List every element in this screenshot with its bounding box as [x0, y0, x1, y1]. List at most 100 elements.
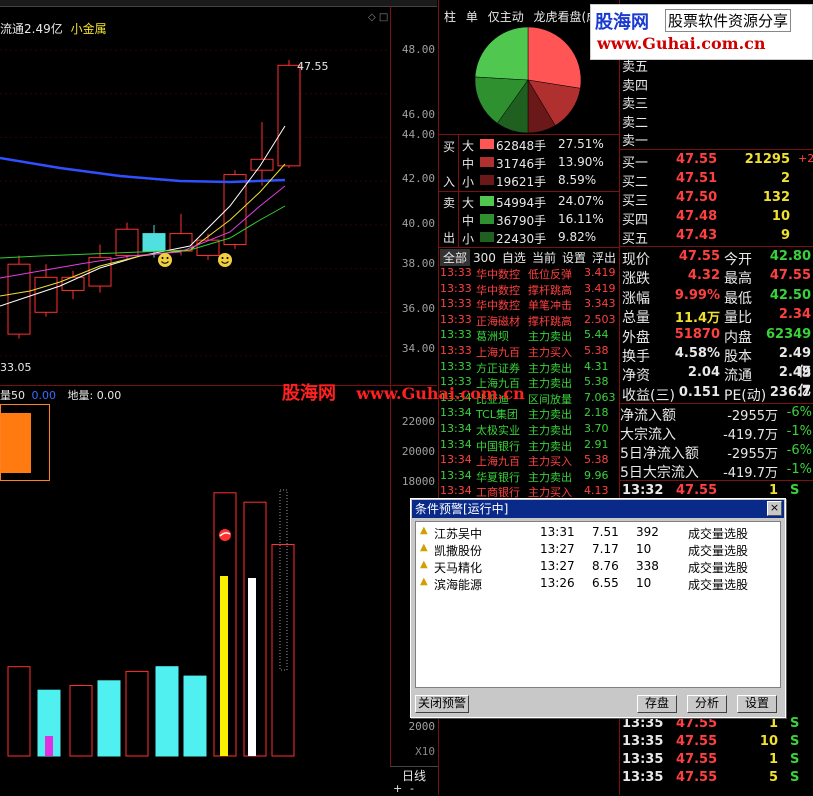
close-alert-button[interactable]: 关闭预警: [415, 695, 469, 713]
analyze-button[interactable]: 分析: [687, 695, 727, 713]
condition-alert-dialog[interactable]: 条件预警[运行中] × ▲ 江苏吴中 13:31 7.51 392 成交量选股 ▲ 凯撒股份 1…: [410, 498, 786, 718]
quote-row: 涨幅 9.99% 最低 42.50: [620, 288, 813, 309]
net-flow-row: 净流入额 -2955万 -6%: [620, 405, 813, 424]
candle-body: [34, 276, 58, 313]
quote-label: 量比: [724, 310, 752, 327]
quote-label: 换手: [622, 349, 650, 365]
volume-tick: 2000: [408, 720, 436, 733]
watermark-overlay-url: www.Guhai.com.cn: [356, 384, 525, 403]
period-label[interactable]: 日线: [402, 767, 426, 784]
zoom-in-button[interactable]: +: [393, 782, 402, 795]
bottom-controls: 日线 + -: [390, 766, 438, 796]
flow-size-label: 大: [462, 196, 475, 210]
ask-row: 卖二: [620, 112, 813, 131]
quote-label: 涨跌: [622, 271, 650, 288]
tab-active-only[interactable]: 仅主动: [485, 8, 527, 25]
feed-tab-current[interactable]: 当前: [529, 249, 559, 266]
ask-row: 卖一: [620, 130, 813, 149]
tab-bar[interactable]: 柱: [441, 8, 459, 25]
price-tick: 46.00: [401, 108, 435, 121]
high-price-label: 47.55: [297, 60, 329, 73]
zoom-out-button[interactable]: -: [410, 782, 414, 795]
feed-tab-all[interactable]: 全部: [440, 249, 471, 266]
alert-price: 8.76: [592, 559, 619, 573]
save-button[interactable]: 存盘: [637, 695, 677, 713]
watermark-url: www.Guhai.com.cn: [597, 34, 766, 53]
tick-time: 13:35: [622, 770, 664, 785]
signal-feed-tabs: 全部300自选当前设置浮出折: [440, 249, 620, 266]
flow-size-label: 大: [462, 139, 475, 153]
bid-label: 买五: [622, 232, 649, 247]
flow-volume: 22430手: [496, 232, 547, 246]
tick-volume: 5: [768, 770, 778, 785]
alert-list[interactable]: ▲ 江苏吴中 13:31 7.51 392 成交量选股 ▲ 凯撒股份 13:27 7.17 10 成交…: [415, 521, 781, 688]
feed-tab-float[interactable]: 浮出: [589, 249, 619, 266]
chart-toggle-icon[interactable]: ◇ □: [368, 12, 388, 23]
net-flow-value: -2955万: [727, 409, 778, 424]
price-tick: 44.00: [401, 128, 435, 141]
bid-price: 47.51: [676, 171, 718, 186]
ask-row: 卖三: [620, 93, 813, 112]
sell-side-label: 卖: [443, 196, 456, 210]
quote-value: 236.7: [769, 384, 811, 400]
net-flow-percent: -1%: [786, 424, 812, 439]
tick-price: 47.55: [676, 770, 718, 785]
price-tick: 48.00: [401, 43, 435, 56]
alert-row[interactable]: ▲ 天马精化 13:27 8.76 338 成交量选股: [416, 558, 778, 575]
quote-value: 9.99%: [674, 287, 720, 303]
alert-row[interactable]: ▲ 滨海能源 13:26 6.55 10 成交量选股: [416, 575, 778, 592]
quote-label: 收益(三): [622, 387, 675, 404]
price-tick: 36.00: [401, 302, 435, 315]
tick-side: S: [790, 716, 800, 731]
net-flow-row: 5日净流入额 -2955万 -6%: [620, 443, 813, 462]
feed-tab-300[interactable]: 300: [470, 251, 499, 265]
ask-label: 卖三: [622, 97, 649, 112]
flow-color-swatch: [480, 214, 494, 224]
alert-condition: 成交量选股: [688, 561, 749, 575]
net-flow-row: 大宗流入 -419.7万 -1%: [620, 424, 813, 443]
flow-tabs: 柱 单 仅主动 龙虎看盘(成交: [441, 8, 613, 25]
alert-row[interactable]: ▲ 凯撒股份 13:27 7.17 10 成交量选股: [416, 541, 778, 558]
alert-condition: 成交量选股: [688, 578, 749, 592]
volume-bar: [271, 544, 295, 757]
bid-row: 买四 47.48 10: [620, 209, 813, 228]
price-chart[interactable]: 流通2.49亿 小金属 47.55 33.05: [0, 6, 390, 384]
feed-tab-watchlist[interactable]: 自选: [499, 249, 529, 266]
alert-time: 13:31: [540, 525, 575, 539]
flow-color-swatch: [480, 139, 494, 149]
dialog-close-button[interactable]: ×: [767, 501, 782, 516]
feed-tab-settings[interactable]: 设置: [559, 249, 589, 266]
candlestick-svg: [0, 49, 390, 357]
bid-price: 47.43: [676, 228, 718, 243]
volume-bar-highlight: [45, 736, 53, 756]
tab-single[interactable]: 单: [463, 8, 481, 25]
flow-row: 大 54994手 24.07%: [458, 192, 618, 210]
net-flow-label: 5日净流入额: [620, 446, 699, 462]
alert-time: 13:26: [540, 576, 575, 590]
candle-body: [142, 233, 166, 252]
quote-row: 总量 11.4万 量比 2.34: [620, 307, 813, 328]
alert-volume: 338: [636, 559, 659, 573]
alert-time: 13:27: [540, 542, 575, 556]
buy-side-label-bottom: 入: [443, 175, 456, 189]
bid-price: 47.50: [676, 190, 718, 205]
bid-volume: 132: [762, 190, 790, 205]
zoom-label: X10: [415, 745, 435, 758]
dialog-title[interactable]: 条件预警[运行中]: [412, 500, 784, 518]
quote-label: 净资: [622, 368, 650, 385]
flow-color-swatch: [480, 232, 494, 242]
settings-button[interactable]: 设置: [737, 695, 777, 713]
flow-percent: 27.51%: [558, 137, 604, 151]
alert-volume: 10: [636, 542, 652, 556]
flow-color-swatch: [480, 196, 494, 206]
alert-row[interactable]: ▲ 江苏吴中 13:31 7.51 392 成交量选股: [416, 524, 778, 541]
net-flow-label: 大宗流入: [620, 427, 676, 443]
bid-row: 买三 47.50 132: [620, 190, 813, 209]
flow-percent: 9.82%: [558, 230, 597, 244]
quote-label: 总量: [622, 310, 650, 327]
volume-tick: 20000: [401, 445, 435, 458]
buy-side-label: 买: [443, 140, 456, 154]
quote-row: 涨跌 4.32 最高 47.55: [620, 268, 813, 289]
bid-volume: 2: [780, 171, 790, 186]
alert-stock-name: 天马精化: [434, 561, 483, 575]
